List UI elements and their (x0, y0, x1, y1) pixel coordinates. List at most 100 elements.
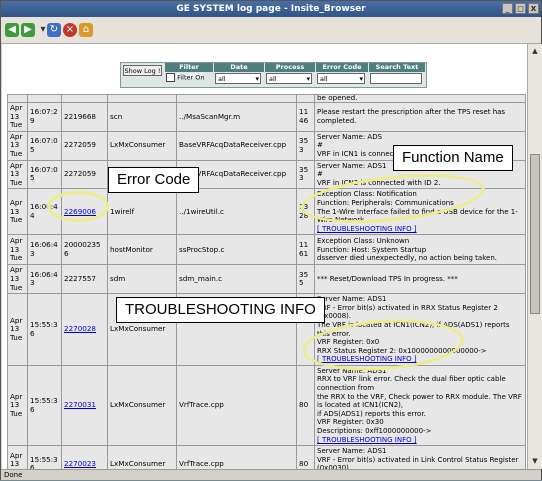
file-cell: BaseVRFAcqDataReceiver.cpp (176, 130, 297, 161)
filter-control-header: Filter Control (165, 63, 213, 80)
file-cell: ../MsaScanMgr.m (176, 102, 297, 132)
code-cell: 200002356 (61, 234, 108, 266)
line-cell: 1146 (296, 102, 315, 132)
filter-bar: Filter Control Date Process Name Error C… (120, 62, 427, 88)
process-select[interactable]: all (266, 73, 312, 84)
file-cell: VrfTrace.cpp (176, 445, 297, 469)
code-cell: 2219668 (61, 102, 108, 132)
vertical-scrollbar[interactable]: ▲ ▼ (527, 44, 542, 469)
error-code-select[interactable]: all (317, 73, 365, 84)
table-row: Apr 13 Tue 16:06:43 2227557 sdm sdm_main.c 35… (7, 264, 526, 295)
filter-on-label: Filter On (177, 73, 205, 82)
file-cell: ssProcStop.c (176, 234, 297, 266)
troubleshooting-info-link[interactable]: [ TROUBLESHOOTING INFO ] (317, 436, 417, 444)
day-cell: Apr 13 Tue (7, 130, 28, 161)
time-cell: 16:07:29 (27, 102, 62, 132)
table-row: Apr 13 Tue15:55:362270023 LxMxConsumerVrf… (7, 445, 526, 469)
close-button[interactable]: X (528, 3, 539, 14)
line-cell: 80 (296, 445, 315, 469)
search-text-header: Search Text (369, 63, 425, 72)
scroll-up-icon[interactable]: ▲ (530, 46, 540, 56)
line-cell: 1161 (296, 234, 315, 266)
message-cell: Server Name: ADS1 RRX to VRF link error.… (314, 364, 526, 447)
process-cell: scn (107, 102, 177, 132)
filter-on-control: Filter On (166, 73, 212, 85)
process-cell: sdm (107, 264, 177, 295)
table-row-partial: be opened. (7, 94, 526, 103)
day-cell: Apr 13 Tue (7, 364, 28, 447)
error-code-link[interactable]: 2270023 (64, 459, 96, 468)
message-cell: *** Reset/Download TPS In progress. *** (314, 264, 526, 295)
search-text-input[interactable] (370, 73, 422, 84)
error-code-highlight (47, 191, 109, 222)
process-cell: LxMxConsumer (107, 364, 177, 447)
error-code-link[interactable]: 2270028 (64, 324, 96, 333)
process-cell: 1wirelf (107, 188, 177, 236)
function-name-callout: Function Name (393, 145, 513, 171)
browser-window: GE SYSTEM log page - Insite_Browser _ □ … (0, 0, 542, 480)
scroll-down-icon[interactable]: ▼ (530, 456, 540, 466)
day-cell: Apr 13 Tue (7, 293, 28, 366)
day-cell: Apr 13 Tue (7, 159, 28, 190)
window-title-bar: GE SYSTEM log page - Insite_Browser _ □ … (1, 1, 541, 17)
stop-icon[interactable]: × (63, 23, 77, 37)
refresh-icon[interactable]: ↻ (47, 23, 61, 37)
day-cell: Apr 13 Tue (7, 445, 28, 469)
time-cell: 16:06:43 (27, 234, 62, 266)
file-cell: VrfTrace.cpp (176, 364, 297, 447)
file-cell: sdm_main.c (176, 264, 297, 295)
code-cell: 2227557 (61, 264, 108, 295)
message-cell: Please restart the prescription after th… (314, 102, 526, 132)
time-cell: 15:55:36 (27, 364, 62, 447)
day-cell: Apr 13 Tue (7, 188, 28, 236)
error-code-header: Error Code (316, 63, 368, 72)
time-cell: 15:55:36 (27, 293, 62, 366)
back-icon[interactable]: ◀ (5, 23, 19, 37)
home-icon[interactable]: ⌂ (79, 23, 93, 37)
troubleshooting-info-link[interactable]: [ TROUBLESHOOTING INFO ] (317, 225, 417, 233)
show-log-button[interactable]: Show Log ! (123, 65, 162, 76)
line-cell: 80 (296, 364, 315, 447)
browser-toolbar: ◀ ▶ ▾ ↻ × ⌂ (1, 17, 541, 44)
file-cell: ../1wireUtil.c (176, 188, 297, 236)
line-cell: 353 (296, 130, 315, 161)
process-cell: LxMxConsumer (107, 445, 177, 469)
code-cell: 2270023 (61, 445, 108, 469)
status-bar: Done (1, 469, 541, 480)
process-name-header: Process Name (265, 63, 315, 80)
time-cell: 16:07:05 (27, 159, 62, 190)
code-cell: 2270028 (61, 293, 108, 366)
code-cell: 2270031 (61, 364, 108, 447)
forward-icon[interactable]: ▶ (21, 23, 35, 37)
day-cell: Apr 13 Tue (7, 264, 28, 295)
maximize-button[interactable]: □ (515, 3, 526, 14)
filter-on-checkbox[interactable] (166, 73, 175, 82)
table-row: Apr 13 Tue 15:55:36 2270031 LxMxConsumer Vrf… (7, 364, 526, 447)
error-code-callout: Error Code (108, 167, 200, 193)
troubleshooting-callout: TROUBLESHOOTING INFO (116, 297, 325, 323)
process-cell: hostMonitor (107, 234, 177, 266)
line-cell: 353 (296, 159, 315, 190)
table-row: Apr 13 Tue 16:07:29 2219668 scn ../MsaScanMg… (7, 102, 526, 132)
message-cell: Server Name: ADS1 VRF - Error bit(s) act… (314, 445, 526, 469)
code-cell: 2272059 (61, 130, 108, 161)
partial-message: be opened. (314, 94, 526, 103)
table-row: Apr 13 Tue 16:06:43 200002356 hostMonitor ss… (7, 234, 526, 266)
day-cell: Apr 13 Tue (7, 102, 28, 132)
date-select[interactable]: all (215, 73, 261, 84)
line-cell: 355 (296, 264, 315, 295)
date-header: Date (214, 63, 264, 72)
scrollbar-thumb[interactable] (530, 154, 540, 314)
time-cell: 15:55:36 (27, 445, 62, 469)
status-text: Done (4, 471, 23, 479)
code-cell: 2272059 (61, 159, 108, 190)
window-title: GE SYSTEM log page - Insite_Browser (176, 4, 366, 14)
error-code-link[interactable]: 2270031 (64, 400, 96, 409)
time-cell: 16:06:43 (27, 264, 62, 295)
message-cell: Exception Class: Unknown Function: Host:… (314, 234, 526, 266)
day-cell: Apr 13 Tue (7, 234, 28, 266)
log-page: Filter Control Date Process Name Error C… (2, 44, 527, 469)
time-cell: 16:07:05 (27, 130, 62, 161)
minimize-button[interactable]: _ (502, 3, 513, 14)
process-cell: LxMxConsumer (107, 130, 177, 161)
